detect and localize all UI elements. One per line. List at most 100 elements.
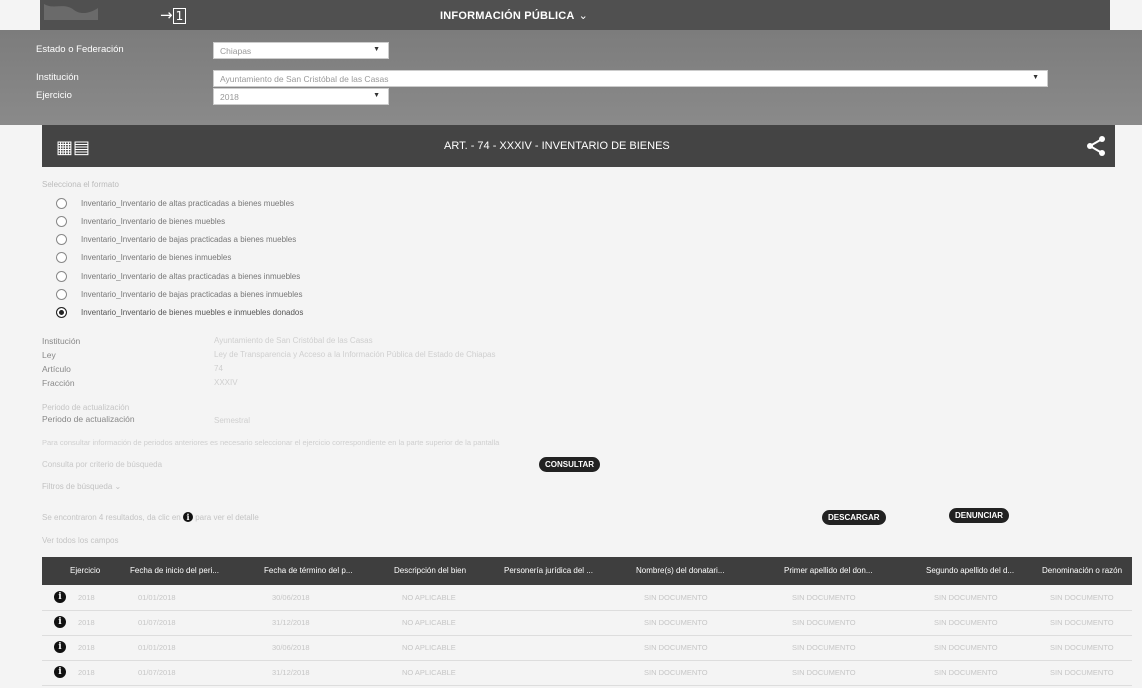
table-list-icon[interactable]: ▦▤	[56, 137, 90, 158]
column-header[interactable]: Nombre(s) del donatari...	[636, 566, 724, 575]
institution-label: Institución	[36, 72, 79, 83]
column-header[interactable]: Ejercicio	[70, 566, 100, 575]
row-info-icon[interactable]: i	[54, 641, 66, 653]
table-cell: SIN DOCUMENTO	[644, 593, 708, 602]
caret-down-icon: ▼	[373, 46, 380, 53]
table-cell: 01/07/2018	[138, 618, 176, 627]
table-cell: SIN DOCUMENTO	[934, 618, 998, 627]
column-header[interactable]: Fecha de término del p...	[264, 566, 353, 575]
format-option[interactable]: Inventario_Inventario de bienes muebles …	[56, 307, 303, 318]
page-title[interactable]: INFORMACIÓN PÚBLICA ⌄	[440, 9, 588, 22]
info-article-label: Artículo	[42, 364, 71, 374]
logo	[40, 0, 100, 22]
caret-down-icon: ▼	[1032, 74, 1039, 81]
format-option-label: Inventario_Inventario de bienes inmueble…	[81, 253, 232, 262]
format-option[interactable]: Inventario_Inventario de altas practicad…	[56, 198, 294, 209]
state-select[interactable]: Chiapas ▼	[213, 42, 389, 59]
table-cell: 2018	[78, 618, 95, 627]
format-option[interactable]: Inventario_Inventario de bajas practicad…	[56, 289, 302, 300]
format-option-label: Inventario_Inventario de altas practicad…	[81, 272, 301, 281]
info-icon: i	[182, 512, 193, 522]
table-cell: SIN DOCUMENTO	[792, 618, 856, 627]
results-summary-text: Se encontraron 4 resultados, da clic en	[42, 513, 183, 522]
radio-unchecked-icon[interactable]	[56, 234, 67, 245]
table-row[interactable]: i 2018 01/01/2018 30/06/2018 NO APLICABLE SIN…	[42, 635, 1132, 661]
format-option[interactable]: Inventario_Inventario de bajas practicad…	[56, 234, 296, 245]
radio-checked-icon[interactable]	[56, 307, 67, 318]
institution-select[interactable]: Ayuntamiento de San Cristóbal de las Cas…	[213, 70, 1048, 87]
radio-unchecked-icon[interactable]	[56, 271, 67, 282]
year-value: 2018	[220, 92, 239, 102]
table-cell: SIN DOCUMENTO	[934, 643, 998, 652]
info-institution-label: Institución	[42, 336, 81, 346]
table-cell: 30/06/2018	[272, 643, 310, 652]
table-cell: 31/12/2018	[272, 668, 310, 677]
table-cell: 30/06/2018	[272, 593, 310, 602]
table-cell: SIN DOCUMENTO	[1050, 593, 1114, 602]
page-title-text: INFORMACIÓN PÚBLICA	[440, 10, 575, 22]
table-cell: 2018	[78, 593, 95, 602]
row-info-icon[interactable]: i	[54, 591, 66, 603]
table-row[interactable]: i 2018 01/07/2018 31/12/2018 NO APLICABLE SIN…	[42, 660, 1132, 686]
article-title: ART. - 74 - XXXIV - INVENTARIO DE BIENES	[444, 140, 670, 152]
column-header[interactable]: Primer apellido del don...	[784, 566, 873, 575]
year-select[interactable]: 2018 ▼	[213, 88, 389, 105]
table-cell: 31/12/2018	[272, 618, 310, 627]
table-cell: NO APLICABLE	[402, 593, 456, 602]
collapse-menu-icon[interactable]: → 1	[160, 6, 187, 24]
format-option[interactable]: Inventario_Inventario de altas practicad…	[56, 271, 300, 282]
table-cell: 01/01/2018	[138, 643, 176, 652]
format-option-label: Inventario_Inventario de bajas practicad…	[81, 235, 297, 244]
view-all-fields-link[interactable]: Ver todos los campos	[42, 536, 118, 545]
query-hint: Consulta por criterio de búsqueda	[42, 460, 163, 469]
format-option-label: Inventario_Inventario de altas practicad…	[81, 199, 295, 208]
radio-unchecked-icon[interactable]	[56, 289, 67, 300]
year-label: Ejercicio	[36, 90, 72, 101]
radio-unchecked-icon[interactable]	[56, 252, 67, 263]
table-cell: SIN DOCUMENTO	[792, 593, 856, 602]
table-cell: 2018	[78, 668, 95, 677]
table-cell: SIN DOCUMENTO	[792, 668, 856, 677]
advanced-filters-toggle[interactable]: Filtros de búsqueda ⌄	[42, 482, 121, 491]
table-cell: SIN DOCUMENTO	[644, 668, 708, 677]
table-cell: SIN DOCUMENTO	[792, 643, 856, 652]
table-cell: SIN DOCUMENTO	[1050, 618, 1114, 627]
info-institution-value: Ayuntamiento de San Cristóbal de las Cas…	[214, 336, 373, 345]
chevron-down-icon: ⌄	[578, 10, 588, 22]
article-bar: ▦▤ ART. - 74 - XXXIV - INVENTARIO DE BIE…	[42, 125, 1115, 167]
share-icon[interactable]	[1085, 135, 1107, 160]
row-info-icon[interactable]: i	[54, 666, 66, 678]
column-header[interactable]: Segundo apellido del d...	[926, 566, 1014, 575]
table-cell: SIN DOCUMENTO	[1050, 668, 1114, 677]
info-fraction-label: Fracción	[42, 378, 75, 388]
table-cell: 01/01/2018	[138, 593, 176, 602]
table-cell: SIN DOCUMENTO	[644, 643, 708, 652]
report-button[interactable]: DENUNCIAR	[949, 508, 1009, 523]
format-option[interactable]: Inventario_Inventario de bienes inmueble…	[56, 252, 231, 263]
format-heading: Selecciona el formato	[42, 180, 119, 189]
info-article-value: 74	[214, 364, 223, 373]
period-heading: Periodo de actualización	[42, 403, 130, 412]
table-row[interactable]: i 2018 01/01/2018 30/06/2018 NO APLICABLE SIN…	[42, 585, 1132, 611]
format-option[interactable]: Inventario_Inventario de bienes muebles	[56, 216, 225, 227]
column-header[interactable]: Personería jurídica del ...	[504, 566, 593, 575]
results-summary-tail: para ver el detalle	[192, 513, 259, 522]
download-button[interactable]: DESCARGAR	[822, 510, 886, 525]
column-header[interactable]: Denominación o razón	[1042, 566, 1122, 575]
format-option-label: Inventario_Inventario de bienes muebles …	[81, 308, 304, 317]
period-note: Para consultar información de periodos a…	[42, 438, 500, 447]
state-label: Estado o Federación	[36, 44, 124, 55]
radio-unchecked-icon[interactable]	[56, 198, 67, 209]
column-header[interactable]: Fecha de inicio del peri...	[130, 566, 219, 575]
table-cell: SIN DOCUMENTO	[644, 618, 708, 627]
column-header[interactable]: Descripción del bien	[394, 566, 466, 575]
table-cell: SIN DOCUMENTO	[1050, 643, 1114, 652]
row-info-icon[interactable]: i	[54, 616, 66, 628]
state-value: Chiapas	[220, 46, 252, 56]
consult-button[interactable]: CONSULTAR	[539, 457, 601, 472]
table-row[interactable]: i 2018 01/07/2018 31/12/2018 NO APLICABLE SIN…	[42, 610, 1132, 636]
info-law-label: Ley	[42, 350, 56, 360]
radio-unchecked-icon[interactable]	[56, 216, 67, 227]
filter-panel: Estado o Federación Chiapas ▼ Institución…	[0, 30, 1142, 125]
results-summary: Se encontraron 4 resultados, da clic en …	[42, 512, 259, 522]
